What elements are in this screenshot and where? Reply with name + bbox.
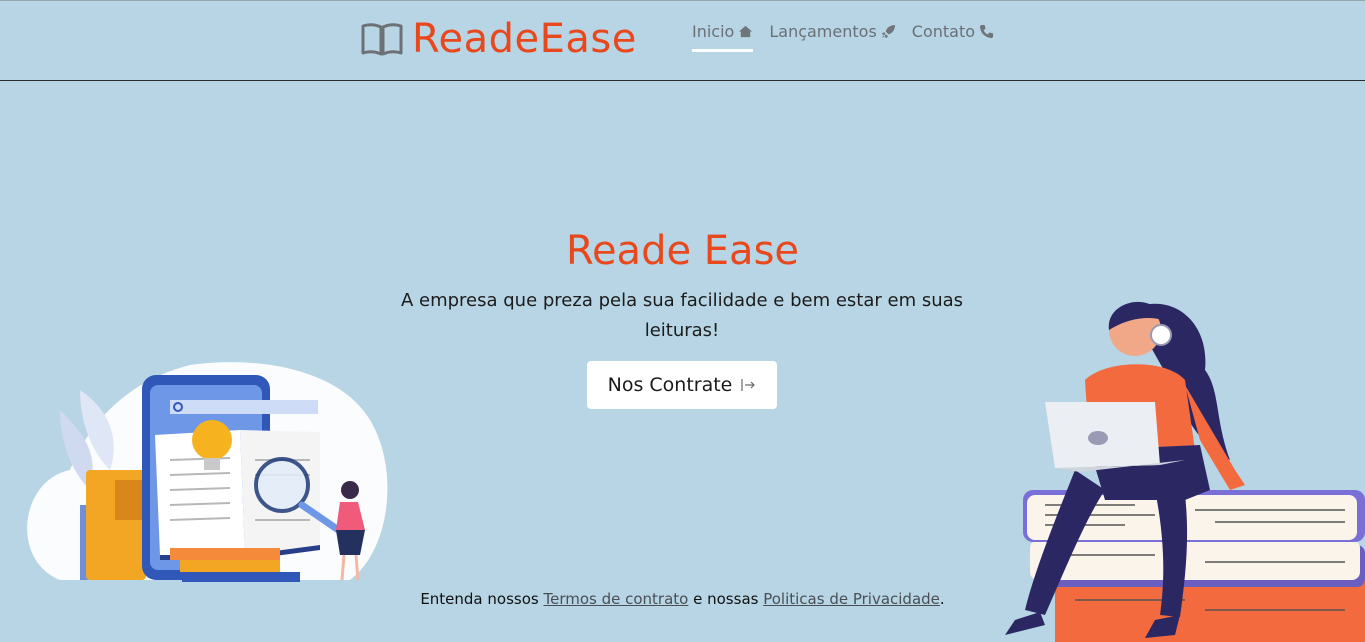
hero-subtitle: A empresa que preza pela sua facilidade … <box>400 290 964 341</box>
hire-us-label: Nos Contrate <box>607 374 733 396</box>
footer-suffix: . <box>939 590 945 608</box>
nav-item-contato[interactable]: Contato <box>912 22 994 49</box>
book-open-icon <box>361 23 403 56</box>
sign-in-icon <box>741 379 756 391</box>
rocket-icon <box>881 24 895 39</box>
footer-legal: Entenda nossos Termos de contrato e noss… <box>0 590 1365 608</box>
phone-icon <box>979 24 994 39</box>
footer-prefix: Entenda nossos <box>420 590 544 608</box>
footer-middle: e nossas <box>688 590 764 608</box>
terms-link[interactable]: Termos de contrato <box>543 590 688 608</box>
privacy-link[interactable]: Politicas de Privacidade <box>763 590 940 608</box>
brand-logo[interactable]: ReadeEase <box>360 14 637 64</box>
brand-name: ReadeEase <box>412 16 637 62</box>
nav-item-label: Contato <box>911 22 976 41</box>
reading-phone-illustration <box>27 362 388 582</box>
nav-item-lancamentos[interactable]: Lançamentos <box>769 22 895 49</box>
home-icon <box>739 25 753 38</box>
main-nav: Inicio Lançamentos Contato <box>692 22 1010 52</box>
nav-item-label: Inicio <box>692 22 735 41</box>
nav-item-inicio[interactable]: Inicio <box>692 22 754 52</box>
hero-title: Reade Ease <box>565 228 800 274</box>
site-header: ReadeEase Inicio Lançamentos Contato <box>0 0 1365 81</box>
hire-us-button[interactable]: Nos Contrate <box>587 361 777 409</box>
nav-item-label: Lançamentos <box>769 22 877 41</box>
